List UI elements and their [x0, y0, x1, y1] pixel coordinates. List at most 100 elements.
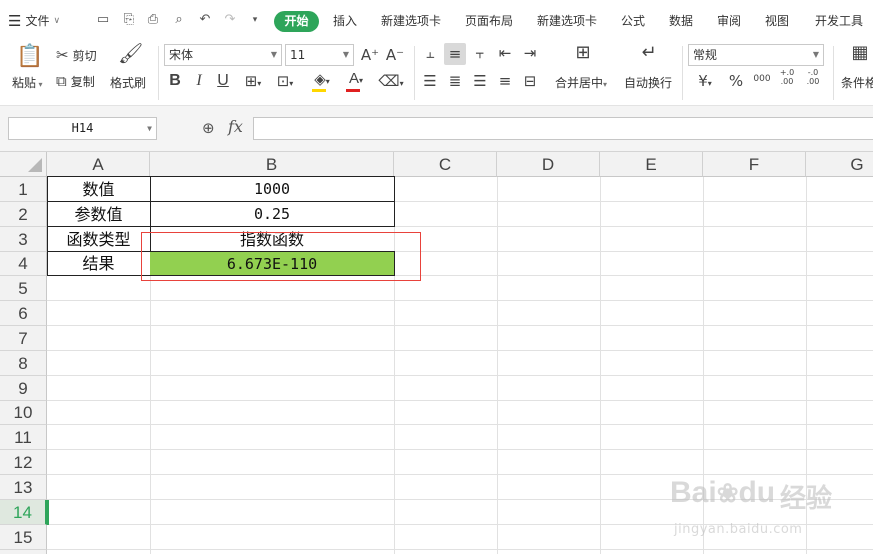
cell-style-icon[interactable]: ⊡▾ [272, 72, 298, 93]
tab-home[interactable]: 开始 [274, 11, 319, 32]
fill-color-icon[interactable]: ◈▾ [309, 70, 335, 92]
number-format-select[interactable]: 常规 ▼ [688, 44, 824, 66]
tab-new-tab-2[interactable]: 新建选项卡 [535, 11, 599, 31]
tab-developer[interactable]: 开发工具 [813, 11, 865, 31]
row-header-11[interactable]: 11 [0, 425, 47, 450]
print-icon[interactable]: ⎙ [145, 12, 161, 28]
menu-bar: ☰ 文件 ∨ ▭ ⎘ ⎙ ⌕ ↶ ↷ ▾ 开始 插入 新建选项卡 页面布局 新建… [0, 0, 873, 40]
undo-icon[interactable]: ↶ [197, 12, 213, 28]
row-header-16[interactable]: 16 [0, 550, 47, 554]
row-header-2[interactable]: 2 [0, 202, 47, 227]
save-icon[interactable]: ▭ [95, 12, 111, 28]
tab-formulas[interactable]: 公式 [619, 11, 647, 31]
decrease-decimal-button[interactable]: -.0 .00 [801, 68, 825, 86]
tab-insert[interactable]: 插入 [331, 11, 359, 31]
tab-review[interactable]: 审阅 [715, 11, 743, 31]
cell-b2[interactable]: 0.25 [150, 202, 394, 227]
percent-button[interactable]: % [727, 72, 745, 90]
file-menu-label: 文件 [25, 14, 50, 28]
export-icon[interactable]: ⎘ [121, 12, 137, 28]
copy-icon: ⧉ [56, 72, 67, 90]
row-header-4[interactable]: 4 [0, 252, 47, 276]
row-header-8[interactable]: 8 [0, 351, 47, 376]
print-preview-icon[interactable]: ⌕ [171, 12, 187, 28]
row-header-13[interactable]: 13 [0, 475, 47, 500]
file-menu-button[interactable]: ☰ 文件 ∨ [8, 11, 60, 31]
increase-decimal-button[interactable]: +.0 .00 [775, 68, 799, 86]
font-size-select[interactable]: 11 ▼ [285, 44, 354, 66]
cell-a3[interactable]: 函数类型 [47, 227, 150, 252]
tab-data[interactable]: 数据 [667, 11, 695, 31]
currency-button[interactable]: ¥▾ [694, 72, 716, 93]
conditional-format-icon[interactable]: ▦ [850, 44, 870, 62]
paste-icon[interactable]: 📋 [16, 44, 43, 70]
underline-button[interactable]: U [214, 72, 232, 90]
copy-button[interactable]: ⧉ 复制 [56, 72, 95, 90]
align-right-icon[interactable]: ☰ [471, 72, 489, 90]
column-gridline [497, 177, 498, 554]
tab-view[interactable]: 视图 [763, 11, 791, 31]
bold-button[interactable]: B [166, 72, 184, 90]
quick-access-dropdown-icon[interactable]: ▾ [247, 12, 263, 28]
row-header-3[interactable]: 3 [0, 227, 47, 252]
wrap-text-button[interactable]: 自动换行 [624, 74, 672, 91]
redo-icon[interactable]: ↷ [222, 12, 238, 28]
formula-input[interactable] [253, 117, 873, 140]
decrease-indent-icon[interactable]: ⇤ [496, 44, 514, 62]
column-header-c[interactable]: C [394, 152, 497, 177]
row-header-6[interactable]: 6 [0, 301, 47, 326]
borders-icon[interactable]: ⊞▾ [240, 72, 266, 93]
align-left-icon[interactable]: ☰ [421, 72, 439, 90]
cell-a2[interactable]: 参数值 [47, 202, 150, 227]
format-painter-button[interactable]: 格式刷 [110, 74, 146, 91]
thousands-button[interactable]: 000 [750, 70, 774, 88]
align-bottom-icon[interactable]: ⫟ [471, 44, 489, 62]
increase-indent-icon[interactable]: ⇥ [521, 44, 539, 62]
zoom-search-icon[interactable]: ⊕ [202, 119, 215, 137]
spreadsheet-grid[interactable]: ABCDEFG12345678910111213141516数值1000参数值0… [0, 152, 873, 554]
align-top-icon[interactable]: ⫠ [421, 44, 439, 62]
insert-function-button[interactable]: fx [228, 117, 243, 136]
italic-button[interactable]: I [190, 72, 208, 90]
cell-a4[interactable]: 结果 [47, 252, 150, 276]
cell-b1[interactable]: 1000 [150, 177, 394, 202]
row-header-10[interactable]: 10 [0, 401, 47, 425]
column-header-e[interactable]: E [600, 152, 703, 177]
font-name-select[interactable]: 宋体 ▼ [164, 44, 282, 66]
row-header-5[interactable]: 5 [0, 276, 47, 301]
name-box[interactable]: H14 ▼ [8, 117, 157, 140]
column-header-b[interactable]: B [150, 152, 394, 177]
column-header-a[interactable]: A [47, 152, 150, 177]
conditional-format-button[interactable]: 条件格 [841, 74, 873, 91]
row-header-7[interactable]: 7 [0, 326, 47, 351]
select-all-corner[interactable] [0, 152, 47, 177]
decrease-font-icon[interactable]: A⁻ [385, 46, 405, 64]
font-color-icon[interactable]: A▾ [343, 70, 369, 92]
cell-b3[interactable]: 指数函数 [150, 227, 394, 252]
wrap-text-icon[interactable]: ↵ [636, 44, 662, 62]
align-center-icon[interactable]: ≣ [446, 72, 464, 90]
justify-icon[interactable]: ≡ [496, 72, 514, 90]
column-header-f[interactable]: F [703, 152, 806, 177]
cell-a1[interactable]: 数值 [47, 177, 150, 202]
clear-format-icon[interactable]: ⌫▾ [377, 72, 405, 93]
row-header-9[interactable]: 9 [0, 376, 47, 401]
tab-new-tab-1[interactable]: 新建选项卡 [379, 11, 443, 31]
column-gridline [600, 177, 601, 554]
paste-button[interactable]: 粘贴 ▾ [12, 74, 43, 91]
column-header-d[interactable]: D [497, 152, 600, 177]
distributed-align-icon[interactable]: ⊟ [521, 72, 539, 90]
increase-font-icon[interactable]: A⁺ [360, 46, 380, 64]
cell-b4[interactable]: 6.673E-110 [150, 252, 394, 276]
row-header-12[interactable]: 12 [0, 450, 47, 475]
column-header-g[interactable]: G [806, 152, 873, 177]
format-painter-icon[interactable]: 🖌 [118, 43, 143, 63]
align-middle-icon[interactable]: ≡ [444, 43, 466, 65]
merge-center-button[interactable]: 合并居中▾ [555, 74, 607, 91]
merge-center-icon[interactable]: ⊞ [569, 44, 597, 62]
row-header-1[interactable]: 1 [0, 177, 47, 202]
row-header-15[interactable]: 15 [0, 525, 47, 550]
tab-page-layout[interactable]: 页面布局 [463, 11, 515, 31]
row-header-14[interactable]: 14 [0, 500, 47, 525]
cut-button[interactable]: ✂ 剪切 [56, 46, 97, 64]
